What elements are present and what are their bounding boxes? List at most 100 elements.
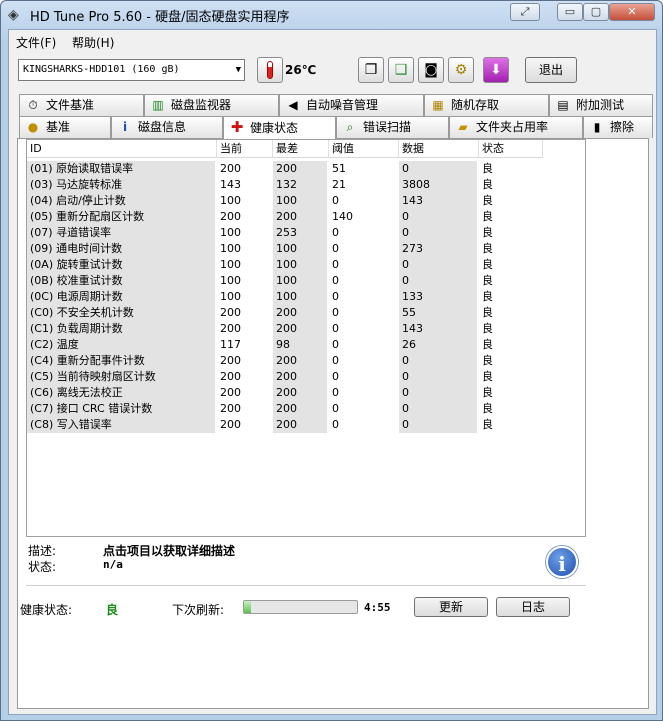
column-header-status[interactable]: 状态 xyxy=(479,140,543,158)
column-header-threshold[interactable]: 阈值 xyxy=(329,140,399,158)
cell-id: (0B) 校准重试计数 xyxy=(27,273,215,289)
health-panel: ID 当前 最差 阈值 数据 状态 (01) 原始读取错误率 200 200 51 0 良… xyxy=(17,138,649,709)
cell-worst: 200 xyxy=(273,321,327,337)
cell-threshold: 0 xyxy=(332,322,339,335)
status-label: 状态: xyxy=(28,560,57,574)
tab-file-benchmark[interactable]: ⏱ 文件基准 xyxy=(19,94,144,116)
column-header-current[interactable]: 当前 xyxy=(217,140,273,158)
table-row[interactable]: (0A) 旋转重试计数 100 100 0 0 良 xyxy=(27,257,585,273)
cell-worst: 132 xyxy=(273,177,327,193)
cell-threshold: 0 xyxy=(332,354,339,367)
cell-worst: 200 xyxy=(273,369,327,385)
cell-current: 200 xyxy=(220,418,241,431)
cell-data: 0 xyxy=(399,385,477,401)
table-row[interactable]: (C7) 接口 CRC 错误计数 200 200 0 0 良 xyxy=(27,401,585,417)
table-row[interactable]: (0C) 电源周期计数 100 100 0 133 良 xyxy=(27,289,585,305)
cell-worst: 100 xyxy=(273,257,327,273)
cell-id: (07) 寻道错误率 xyxy=(27,225,215,241)
camera-icon[interactable]: ◙ xyxy=(418,57,444,83)
title-bar[interactable]: ◈ HD Tune Pro 5.60 - 硬盘/固态硬盘实用程序 ⤢ ▭ ▢ ✕ xyxy=(1,1,662,29)
table-row[interactable]: (05) 重新分配扇区计数 200 200 140 0 良 xyxy=(27,209,585,225)
tab-error-scan[interactable]: ⌕ 错误扫描 xyxy=(336,116,449,138)
cell-id: (01) 原始读取错误率 xyxy=(27,161,215,177)
column-header-data[interactable]: 数据 xyxy=(399,140,479,158)
cell-status: 良 xyxy=(482,178,493,191)
minimize-button[interactable]: ▭ xyxy=(557,3,583,21)
cell-id: (C1) 负载周期计数 xyxy=(27,321,215,337)
table-row[interactable]: (C2) 温度 117 98 0 26 良 xyxy=(27,337,585,353)
tab-disk-monitor[interactable]: ▥ 磁盘监视器 xyxy=(144,94,279,116)
cell-status: 良 xyxy=(482,242,493,255)
cell-status: 良 xyxy=(482,386,493,399)
cell-id: (C7) 接口 CRC 错误计数 xyxy=(27,401,215,417)
cell-id: (C6) 离线无法校正 xyxy=(27,385,215,401)
tab-random-access[interactable]: ▦ 随机存取 xyxy=(424,94,549,116)
cell-status: 良 xyxy=(482,402,493,415)
cell-current: 200 xyxy=(220,386,241,399)
cell-id: (05) 重新分配扇区计数 xyxy=(27,209,215,225)
tab-aam[interactable]: ◀ 自动噪音管理 xyxy=(279,94,424,116)
next-refresh-label: 下次刷新: xyxy=(172,603,225,617)
cell-data: 143 xyxy=(399,321,477,337)
cell-data: 0 xyxy=(399,353,477,369)
chevron-down-icon: ▼ xyxy=(235,65,241,75)
table-row[interactable]: (C5) 当前待映射扇区计数 200 200 0 0 良 xyxy=(27,369,585,385)
maximize-button[interactable]: ▢ xyxy=(583,3,609,21)
table-row[interactable]: (09) 通电时间计数 100 100 0 273 良 xyxy=(27,241,585,257)
table-row[interactable]: (C4) 重新分配事件计数 200 200 0 0 良 xyxy=(27,353,585,369)
drive-select[interactable]: KINGSHARKS-HDD101 (160 gB) ▼ xyxy=(18,59,245,81)
table-row[interactable]: (04) 启动/停止计数 100 100 0 143 良 xyxy=(27,193,585,209)
cell-id: (C4) 重新分配事件计数 xyxy=(27,353,215,369)
copy-save-icon[interactable]: ❑ xyxy=(388,57,414,83)
tab-folder-usage[interactable]: ▰ 文件夹占用率 xyxy=(449,116,583,138)
tab-erase[interactable]: ▮ 擦除 xyxy=(583,116,653,138)
exit-button[interactable]: 退出 xyxy=(525,57,577,83)
table-row[interactable]: (C0) 不安全关机计数 200 200 0 55 良 xyxy=(27,305,585,321)
cell-status: 良 xyxy=(482,162,493,175)
cell-data: 55 xyxy=(399,305,477,321)
table-row[interactable]: (C6) 离线无法校正 200 200 0 0 良 xyxy=(27,385,585,401)
cell-data: 143 xyxy=(399,193,477,209)
menu-file[interactable]: 文件(F) xyxy=(16,34,56,51)
cell-current: 200 xyxy=(220,210,241,223)
cell-worst: 100 xyxy=(273,289,327,305)
table-row[interactable]: (07) 寻道错误率 100 253 0 0 良 xyxy=(27,225,585,241)
table-row[interactable]: (C8) 写入错误率 200 200 0 0 良 xyxy=(27,417,585,433)
log-button[interactable]: 日志 xyxy=(496,597,570,617)
options-icon[interactable]: ⚙ xyxy=(448,57,474,83)
toolbar: KINGSHARKS-HDD101 (160 gB) ▼ 26℃ ❐ ❑ ◙ ⚙… xyxy=(9,52,656,92)
cell-data: 0 xyxy=(399,209,477,225)
cell-threshold: 0 xyxy=(332,258,339,271)
menu-help[interactable]: 帮助(H) xyxy=(72,34,114,51)
app-icon: ◈ xyxy=(8,7,19,23)
cell-worst: 100 xyxy=(273,241,327,257)
restore-button[interactable]: ⤢ xyxy=(510,3,540,21)
table-row[interactable]: (0B) 校准重试计数 100 100 0 0 良 xyxy=(27,273,585,289)
close-button[interactable]: ✕ xyxy=(609,3,655,21)
tab-disk-info[interactable]: i 磁盘信息 xyxy=(111,116,223,138)
update-button[interactable]: 更新 xyxy=(414,597,488,617)
health-status-value: 良 xyxy=(106,603,119,617)
tab-benchmark[interactable]: ● 基准 xyxy=(19,116,111,138)
cell-current: 200 xyxy=(220,402,241,415)
tab-extra-tests[interactable]: ▤ 附加测试 xyxy=(549,94,653,116)
cell-data: 133 xyxy=(399,289,477,305)
table-row[interactable]: (C1) 负载周期计数 200 200 0 143 良 xyxy=(27,321,585,337)
cell-current: 200 xyxy=(220,306,241,319)
divider xyxy=(26,585,586,586)
column-header-worst[interactable]: 最差 xyxy=(273,140,329,158)
table-row[interactable]: (01) 原始读取错误率 200 200 51 0 良 xyxy=(27,161,585,177)
table-row[interactable]: (03) 马达旋转标准 143 132 21 3808 良 xyxy=(27,177,585,193)
tab-health[interactable]: ✚ 健康状态 xyxy=(223,116,336,139)
tab-row-bottom: ● 基准 i 磁盘信息 ✚ 健康状态 ⌕ 错误扫描 ▰ 文件夹占用率 ▮ 擦除 xyxy=(19,116,653,139)
download-icon[interactable]: ⬇ xyxy=(483,57,509,83)
cell-worst: 200 xyxy=(273,385,327,401)
cell-threshold: 140 xyxy=(332,210,353,223)
copy-text-icon[interactable]: ❐ xyxy=(358,57,384,83)
app-window: ◈ HD Tune Pro 5.60 - 硬盘/固态硬盘实用程序 ⤢ ▭ ▢ ✕… xyxy=(0,0,663,721)
column-header-id[interactable]: ID xyxy=(27,140,217,158)
cell-worst: 200 xyxy=(273,209,327,225)
extra-tests-icon: ▤ xyxy=(557,98,569,112)
cell-threshold: 0 xyxy=(332,402,339,415)
cell-status: 良 xyxy=(482,274,493,287)
